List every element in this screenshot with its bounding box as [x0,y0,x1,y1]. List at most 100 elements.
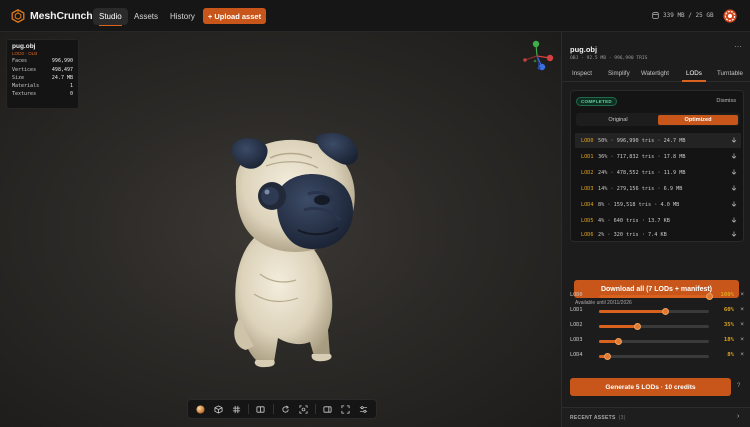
toolbar-divider [248,404,249,414]
lod-info: 50% · 996,990 tris · 24.7 MB [598,137,686,144]
wireframe-cube-button[interactable] [210,400,228,418]
download-icon[interactable] [731,137,737,144]
tab-simplify[interactable]: Simplify [608,70,630,77]
lod-row[interactable]: LOD3 14% · 279,156 tris · 6.9 MB [575,181,741,196]
tab-lods[interactable]: LODs [682,70,706,82]
nav-studio[interactable]: Studio [93,8,128,26]
database-icon [652,12,659,19]
user-avatar[interactable] [723,9,737,23]
remove-lod-icon[interactable]: × [740,306,744,313]
fullscreen-button[interactable] [337,400,355,418]
cube-icon [214,404,223,414]
reset-rotation-button[interactable] [277,400,295,418]
segment-original[interactable]: Original [578,115,658,125]
download-icon[interactable] [731,185,737,192]
recent-assets-title: RECENT ASSETS [570,415,616,421]
stats-row: Faces 996,990 [12,58,73,64]
nav-assets[interactable]: Assets [128,8,164,25]
slider-value: 100% [720,292,734,298]
slider-handle[interactable] [634,323,641,330]
remove-lod-icon[interactable]: × [740,336,744,343]
slider-label: LOD4 [570,352,583,358]
slider-handle[interactable] [661,308,669,315]
split-view-button[interactable] [252,400,270,418]
slider-handle[interactable] [705,293,713,300]
lod-row[interactable]: LOD6 2% · 320 tris · 7.4 KB [575,229,741,241]
stats-row: Size 24.7 MB [12,75,73,81]
panel-tabs: Inspect Simplify Watertight LODs Turntab… [562,68,750,82]
upload-asset-button[interactable]: + Upload asset [203,8,266,24]
download-icon[interactable] [731,153,737,160]
remove-lod-icon[interactable]: × [740,321,744,328]
lod-row[interactable]: LOD2 24% · 478,552 tris · 11.9 MB [575,165,741,180]
lod-slider-row: LOD1 60% × [570,306,746,317]
lod-name: LOD0 [581,137,594,144]
stats-value: 996,990 [51,58,73,65]
recent-assets-count: (3) [618,415,626,421]
stats-label: Textures [12,91,37,98]
download-icon[interactable] [731,169,737,176]
view-settings-button[interactable] [354,400,372,418]
stats-row: Vertices 498,497 [12,67,73,73]
tab-inspect[interactable]: Inspect [572,70,592,77]
lod-row[interactable]: LOD4 8% · 159,518 tris · 4.0 MB [575,197,741,212]
focus-icon [299,404,308,414]
stats-subtitle: LOD0 · OLB [12,51,38,56]
status-badge: COMPLETED [576,97,617,106]
view-toggle: Original Optimized [576,113,740,126]
slider-track[interactable] [599,293,713,300]
generate-lods-button[interactable]: Generate 5 LODs · 10 credits [570,378,731,396]
slider-handle[interactable] [604,353,612,360]
slider-value: 8% [727,352,734,358]
tab-turntable[interactable]: Turntable [717,70,743,77]
lod-info: 2% · 320 tris · 7.4 KB [598,232,667,238]
stats-value: 0 [69,91,73,98]
slider-value: 60% [723,307,734,313]
fit-view-button[interactable] [294,400,312,418]
recent-assets-label: RECENT ASSETS (3) [570,415,626,421]
stats-row: Materials 1 [12,83,73,89]
tab-watertight[interactable]: Watertight [641,70,669,77]
slider-track[interactable] [599,308,709,315]
lod-name: LOD6 [581,232,594,238]
download-icon[interactable] [731,231,737,238]
nav-history[interactable]: History [164,8,201,25]
chevron-right-icon[interactable]: › [737,413,739,420]
axis-gizmo[interactable] [515,38,555,74]
pug-model[interactable] [200,124,390,372]
slider-handle[interactable] [615,338,623,345]
dismiss-button[interactable]: Dismiss [716,98,736,104]
help-icon[interactable]: ? [737,383,740,389]
rotate-icon [282,405,289,413]
model-stats-card: pug.obj LOD0 · OLB Faces 996,990 Vertices… [6,39,79,109]
grid-toggle-button[interactable] [227,400,245,418]
hash-grid-icon [232,405,240,413]
remove-lod-icon[interactable]: × [740,351,744,358]
toolbar-divider [272,404,274,414]
lod-result-card: COMPLETED Dismiss Original Optimized LOD… [570,90,744,242]
recent-assets-section[interactable]: RECENT ASSETS (3) › [562,407,750,427]
material-sphere-button[interactable] [192,400,210,418]
stats-value: 498,497 [51,66,73,73]
more-options-icon[interactable]: ··· [734,42,742,51]
lod-info: 14% · 279,156 tris · 6.9 MB [598,185,683,192]
lod-row[interactable]: LOD5 4% · 640 tris · 13.7 KB [575,213,741,228]
slider-track[interactable] [599,323,709,330]
slider-track[interactable] [599,338,709,345]
meshcrunch-logo-icon[interactable] [11,9,25,23]
toggle-panel-button[interactable] [319,400,337,418]
segment-optimized[interactable]: Optimized [658,114,738,125]
slider-track[interactable] [599,353,709,360]
lod-name: LOD1 [581,153,594,160]
slider-value: 35% [723,322,734,328]
stats-filename: pug.obj [12,43,36,50]
remove-lod-icon[interactable]: × [740,291,744,298]
lod-row[interactable]: LOD0 50% · 996,990 tris · 24.7 MB [575,133,741,148]
3d-viewport[interactable]: pug.obj LOD0 · OLB Faces 996,990 Vertices… [0,32,561,427]
lod-row[interactable]: LOD1 36% · 717,832 tris · 17.8 MB [575,149,741,164]
download-icon[interactable] [731,201,737,208]
download-icon[interactable] [731,217,737,224]
lod-slider-row: LOD0 100% × [570,291,746,302]
lod-slider-row: LOD4 8% × [570,351,746,362]
split-view-icon [256,405,265,413]
